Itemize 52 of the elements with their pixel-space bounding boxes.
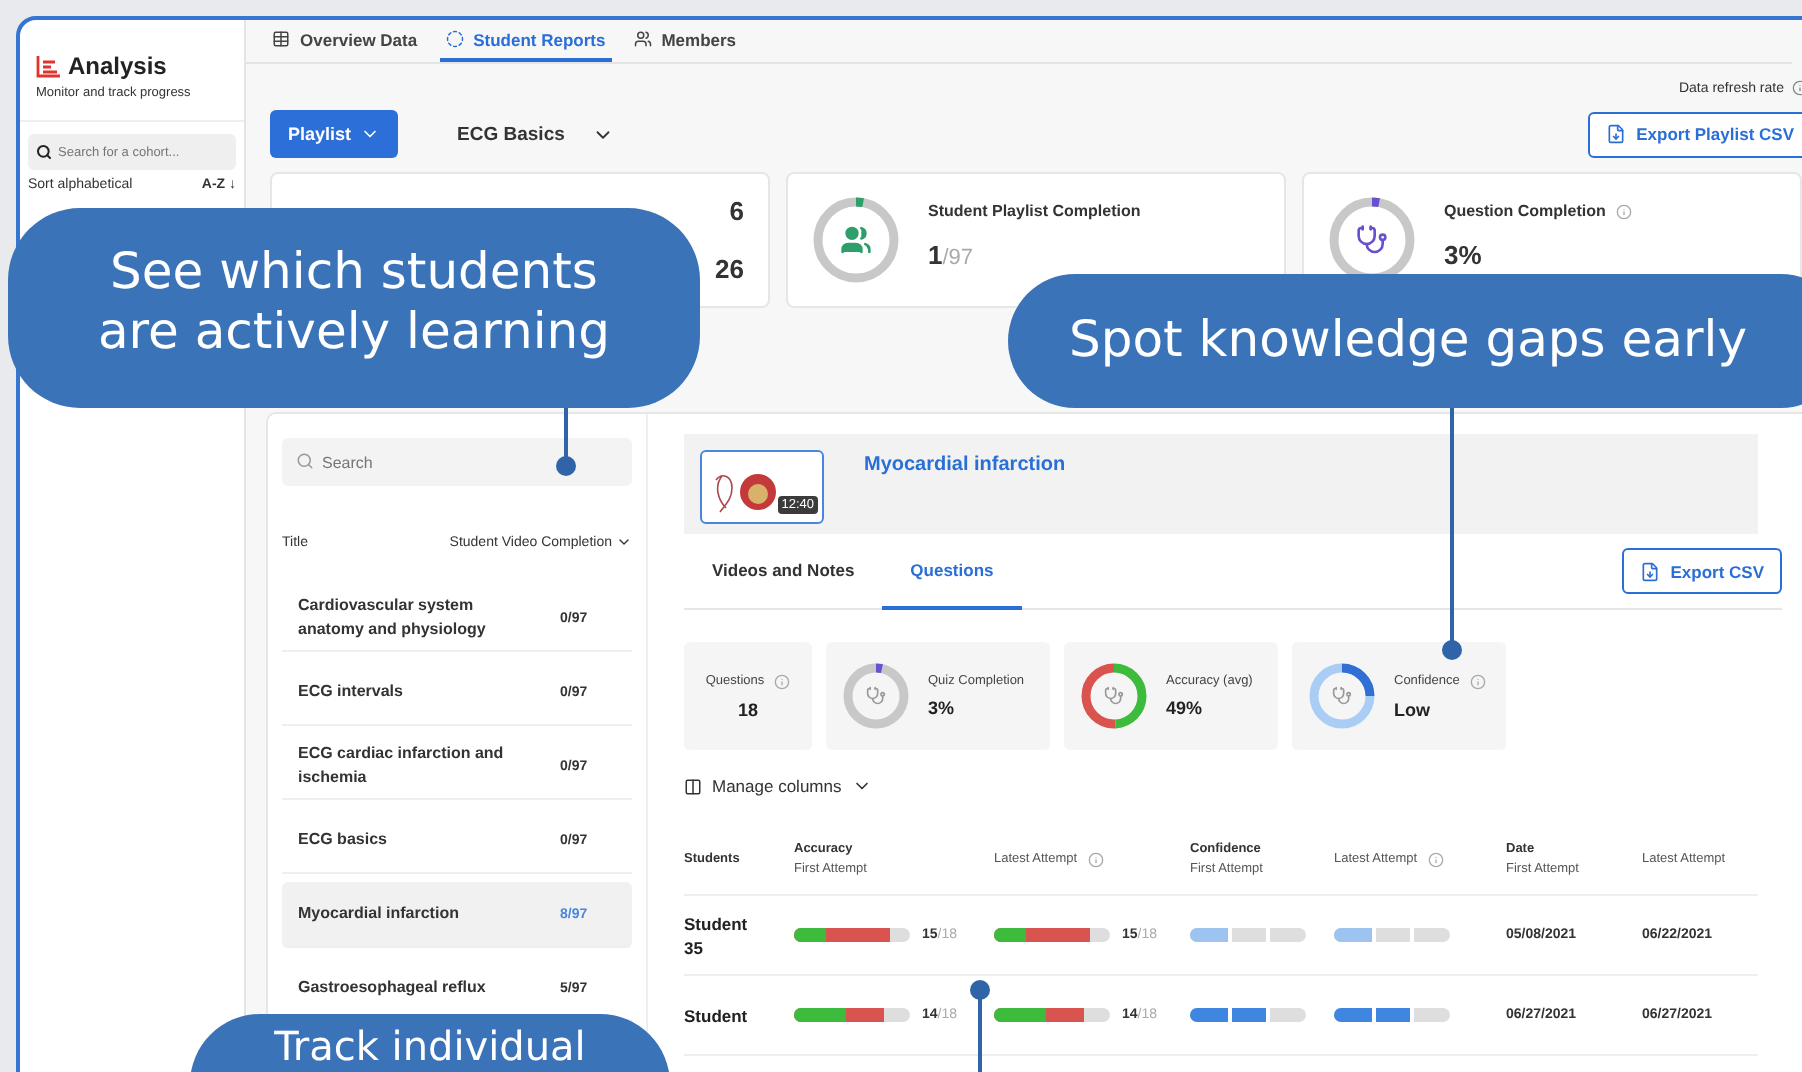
manage-columns-button[interactable]: Manage columns	[684, 776, 872, 796]
nav-tab[interactable]: Student Reports	[439, 20, 612, 62]
item-title: Myocardial infarction	[298, 902, 461, 926]
stat-value: 1/97	[928, 240, 976, 270]
student-name[interactable]: Student 35	[684, 911, 768, 959]
student-name[interactable]: Student	[684, 1003, 768, 1027]
metric-value: 49%	[1166, 698, 1205, 718]
stethoscope-icon	[1358, 226, 1386, 252]
card-title: Student Playlist Completion	[928, 202, 1141, 220]
detail-tab[interactable]: Questions	[882, 534, 1022, 610]
video-title[interactable]: Myocardial infarction	[864, 450, 1066, 476]
search-icon	[36, 144, 52, 160]
app-title: Analysis	[68, 52, 167, 80]
search-icon	[296, 452, 314, 470]
table-icon	[272, 30, 290, 48]
people-icon	[842, 228, 870, 252]
chart-icon	[36, 55, 60, 77]
playlist-dropdown[interactable]: ECG Basics	[445, 121, 627, 147]
callout-text: See which students are actively learning	[95, 240, 613, 364]
metric-value: Low	[1394, 699, 1432, 719]
columns-icon	[684, 777, 702, 795]
item-title: ECG intervals	[298, 680, 405, 704]
playlist-button[interactable]: Playlist	[270, 110, 398, 158]
chevron-down-icon	[616, 534, 632, 550]
metric-value: 18	[737, 699, 758, 719]
leader-line	[556, 404, 576, 476]
card-title: Question Completion	[1444, 202, 1606, 220]
stat-value: 3%	[1444, 240, 1484, 270]
stat-value: 6	[729, 196, 744, 226]
item-title: Gastroesophageal reflux	[298, 976, 488, 1000]
item-title: ECG basics	[298, 828, 389, 852]
callout-text: Track individual	[274, 1020, 586, 1072]
stethoscope-icon	[867, 687, 885, 704]
item-title: ECG cardiac infarction and ischemia	[298, 742, 506, 790]
callout-text: Spot knowledge gaps early	[1067, 308, 1749, 372]
stethoscope-icon	[1105, 687, 1123, 704]
dashed-circle-icon	[445, 30, 464, 48]
heart-drawing	[710, 468, 778, 516]
stat-value: 26	[715, 254, 744, 284]
metric-value: 3%	[928, 698, 957, 718]
stethoscope-icon	[1333, 687, 1351, 704]
search-field[interactable]: Search	[282, 438, 632, 486]
leader-line	[970, 980, 990, 1072]
file-download-icon	[1606, 124, 1627, 144]
export-csv-button[interactable]: Export CSV	[1622, 548, 1782, 594]
export-playlist-button[interactable]: Export Playlist CSV	[1588, 111, 1802, 157]
nav-tab[interactable]: Overview Data	[266, 20, 424, 62]
nav-tab[interactable]: Members	[627, 20, 743, 62]
people-icon	[633, 30, 652, 48]
detail-tab[interactable]: Videos and Notes	[684, 534, 883, 610]
item-title: Cardiovascular system anatomy and physiology	[298, 594, 488, 642]
file-download-icon	[1640, 561, 1661, 581]
